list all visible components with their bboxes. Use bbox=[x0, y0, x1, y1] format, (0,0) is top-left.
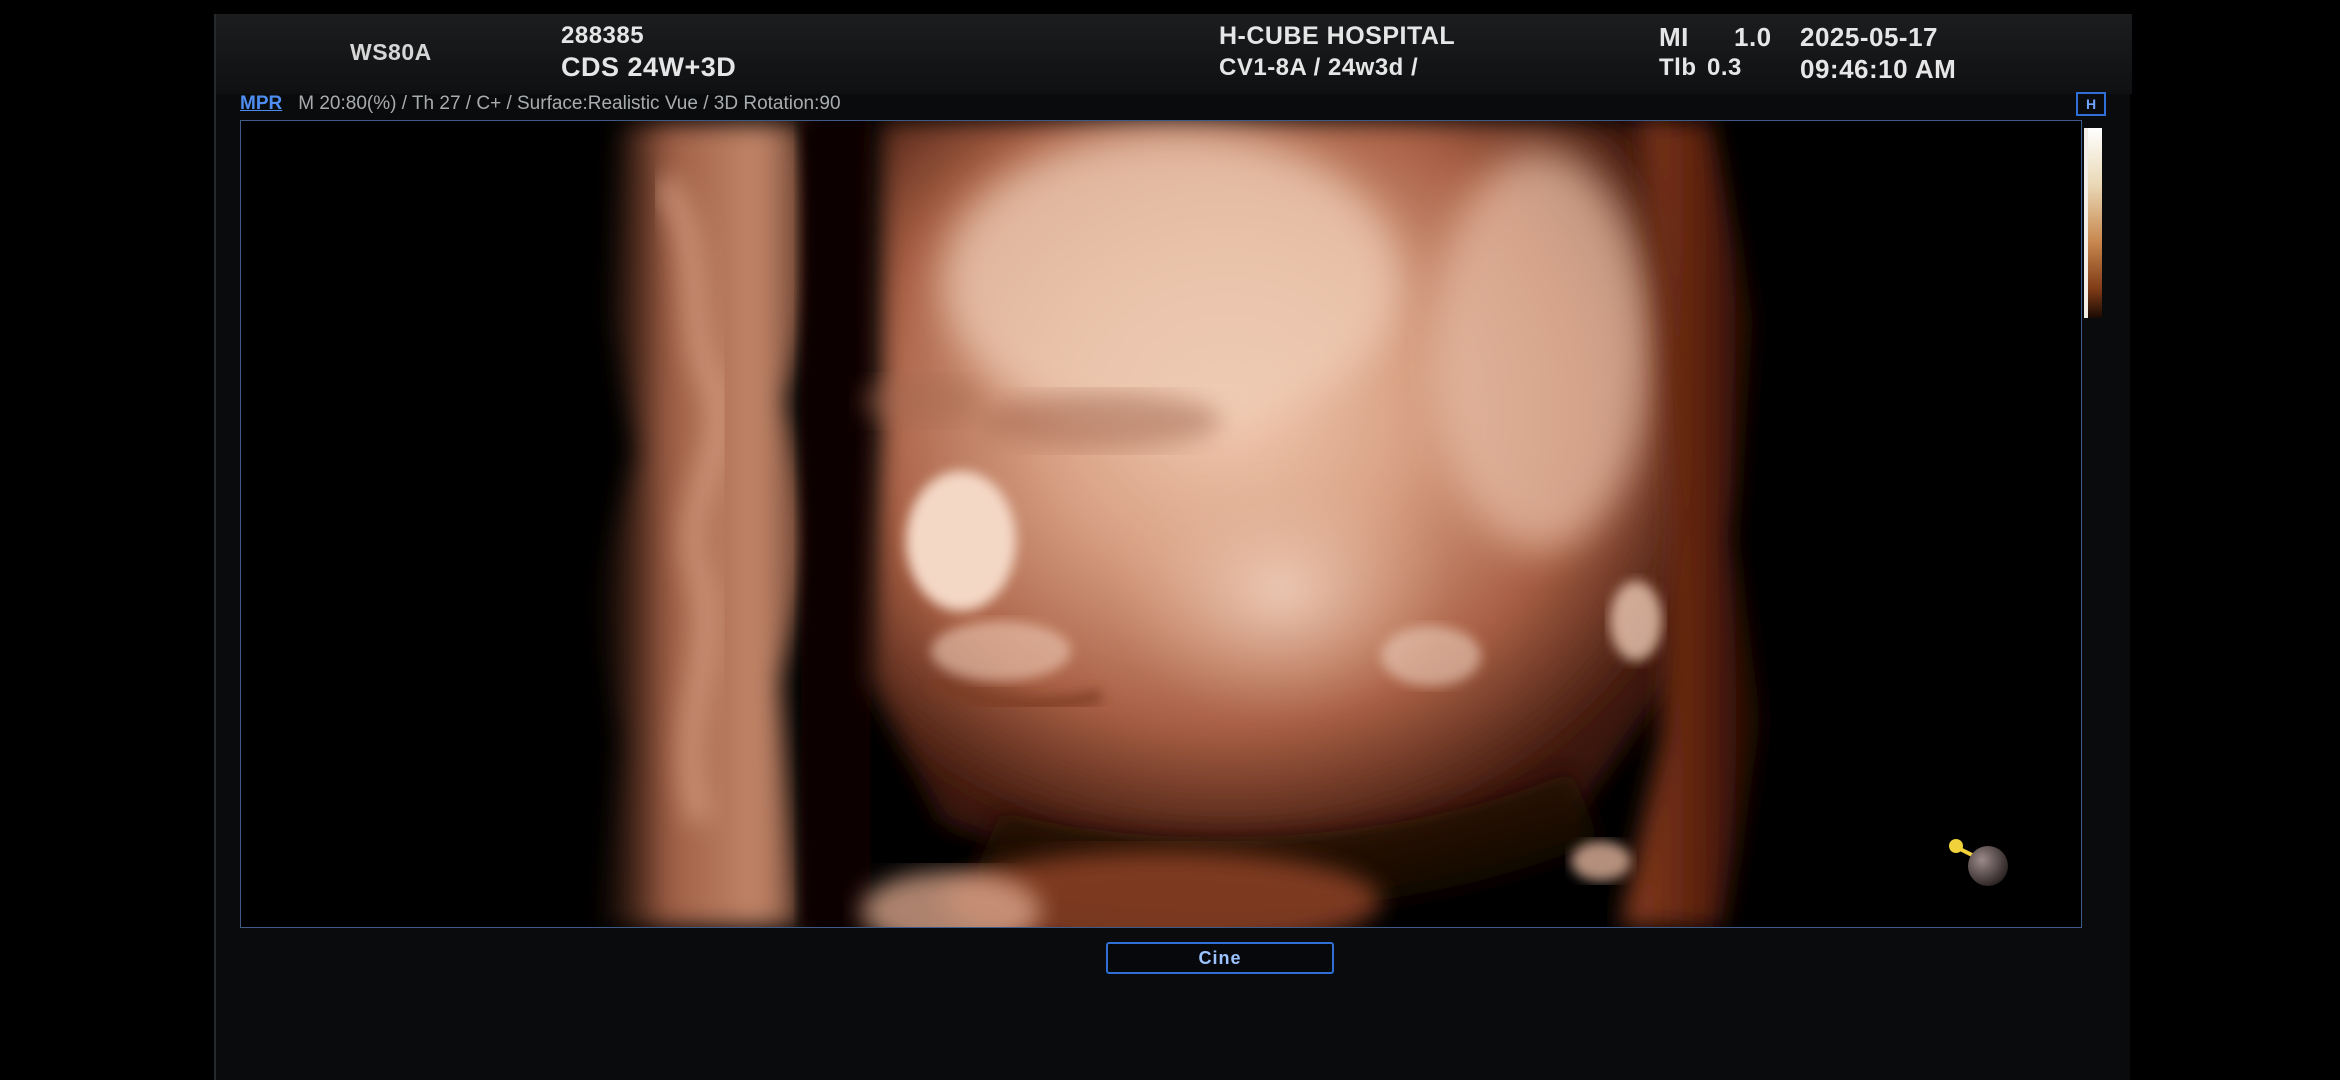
mpr-tab[interactable]: MPR bbox=[240, 93, 282, 115]
patient-name: CDS 24W+3D bbox=[561, 52, 737, 82]
info-bar: MPR M 20:80(%) / Th 27 / C+ / Surface:Re… bbox=[240, 90, 841, 118]
tib-label: Tlb bbox=[1659, 54, 1697, 81]
tib-value: 0.3 bbox=[1707, 54, 1742, 81]
exam-date: 2025-05-17 bbox=[1800, 22, 1938, 52]
mi-value: 1.0 bbox=[1734, 22, 1772, 52]
orientation-marker-icon[interactable] bbox=[1938, 828, 2018, 888]
cine-button[interactable]: Cine bbox=[1106, 942, 1334, 974]
render-params: M 20:80(%) / Th 27 / C+ / Surface:Realis… bbox=[298, 93, 841, 114]
ultrasound-screen: WS80A 288385 CDS 24W+3D H-CUBE HOSPITAL … bbox=[214, 14, 2132, 1080]
patient-id: 288385 bbox=[561, 22, 645, 49]
hospital-name: H-CUBE HOSPITAL bbox=[1219, 22, 1456, 50]
fetal-face-render bbox=[596, 121, 1761, 927]
color-scale-bar bbox=[2084, 128, 2102, 318]
exam-time: 09:46:10 AM bbox=[1800, 54, 1957, 84]
mi-label: MI bbox=[1659, 22, 1689, 52]
header-bar: WS80A 288385 CDS 24W+3D H-CUBE HOSPITAL … bbox=[216, 14, 2132, 94]
h-badge[interactable]: H bbox=[2076, 92, 2106, 116]
3d-render-viewport[interactable] bbox=[240, 120, 2082, 928]
probe-preset: CV1-8A / 24w3d / bbox=[1219, 54, 1419, 81]
system-model: WS80A bbox=[350, 39, 432, 65]
